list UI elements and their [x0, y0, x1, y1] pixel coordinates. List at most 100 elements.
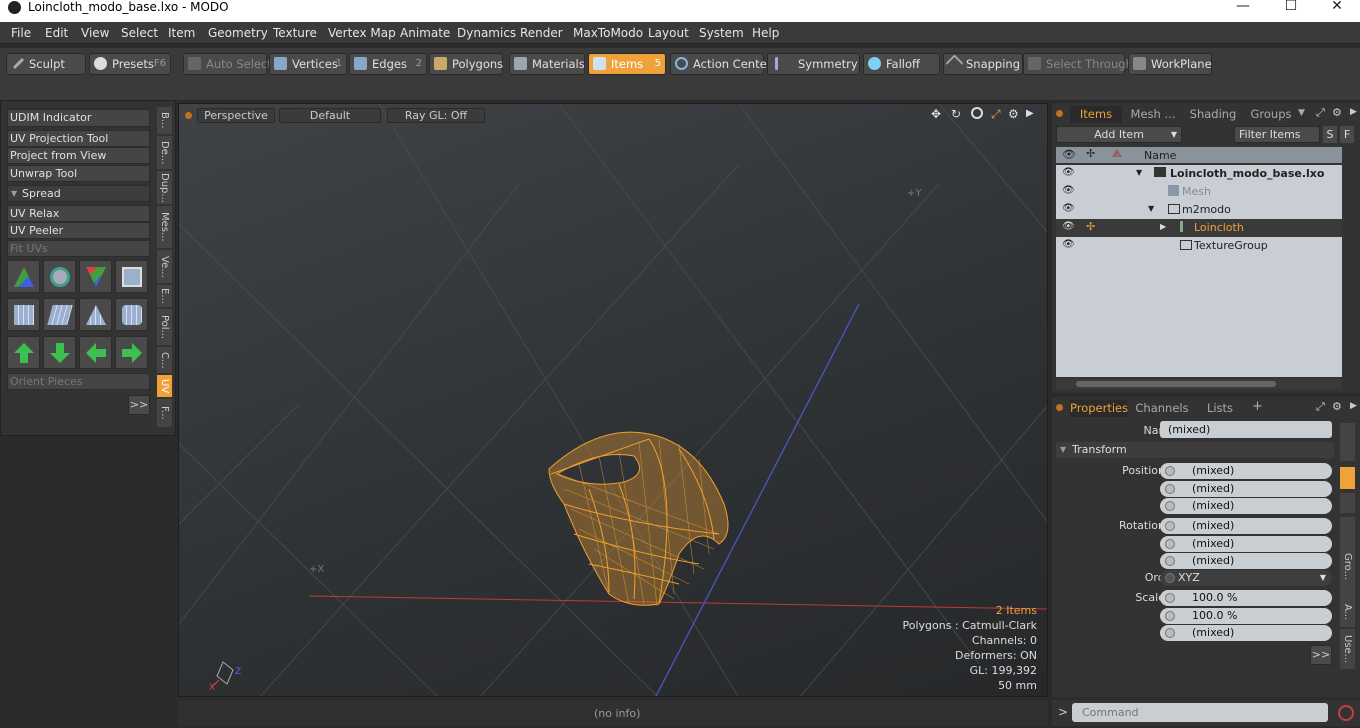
uv-transform-tool-button[interactable] [79, 260, 112, 293]
command-input[interactable] [1072, 703, 1328, 722]
menu-maxtomodo[interactable]: MaxToModo [573, 26, 643, 40]
tab-groups[interactable]: Groups [1246, 106, 1296, 123]
keyframe-dot-icon[interactable] [1165, 539, 1175, 549]
items-panel-menu-dot[interactable] [1056, 110, 1063, 117]
menu-layout[interactable]: Layout [648, 26, 689, 40]
tab-properties[interactable]: Properties [1070, 400, 1128, 417]
add-item-button[interactable]: Add Item ▼ [1056, 126, 1182, 143]
expand-arrow-icon[interactable]: ▶ [1160, 222, 1166, 231]
props-side-tab-user[interactable]: Use... [1340, 629, 1355, 669]
minimize-button[interactable]: — [1220, 0, 1266, 18]
props-more-button[interactable]: >> [1310, 645, 1332, 665]
pan-icon[interactable]: ✥ [931, 108, 943, 120]
rotate-view-icon[interactable]: ↻ [951, 108, 963, 120]
scale-z-field[interactable]: (mixed) [1160, 625, 1332, 641]
items-button[interactable]: Items 5 [588, 53, 666, 75]
sculpt-button[interactable]: Sculpt [6, 53, 86, 75]
vtab-polygon[interactable]: Pol... [157, 309, 172, 345]
items-horizontal-scrollbar[interactable] [1056, 379, 1342, 389]
uv-box-tool-button[interactable] [115, 260, 148, 293]
rotation-order-dropdown[interactable]: XYZ ▼ [1160, 570, 1332, 586]
transform-section-header[interactable]: ▼ Transform [1056, 442, 1334, 458]
menu-help[interactable]: Help [752, 26, 779, 40]
item-row-scene[interactable]: 👁 ▼ Loincloth_modo_base.lxo [1056, 165, 1342, 183]
uv-peeler-button[interactable]: UV Peeler [7, 222, 150, 239]
uv-move-tool-button[interactable] [7, 260, 40, 293]
position-x-field[interactable]: (mixed) [1160, 463, 1332, 479]
tab-items[interactable]: Items [1070, 106, 1122, 123]
fit-view-icon[interactable]: ⤢ [991, 108, 1003, 120]
menu-dynamics[interactable]: Dynamics [457, 26, 516, 40]
tabs-overflow-icon[interactable]: ▼ [1298, 108, 1305, 118]
filter-items-input[interactable]: Filter Items [1234, 126, 1320, 143]
shading-dropdown[interactable]: Default [279, 108, 381, 123]
uv-align-down-button[interactable] [43, 336, 76, 369]
project-from-view-button[interactable]: Project from View [7, 147, 150, 164]
select-through-button[interactable]: Select Through [1023, 53, 1133, 75]
menu-animate[interactable]: Animate [400, 26, 450, 40]
menu-vertex-map[interactable]: Vertex Map [328, 26, 396, 40]
name-field[interactable]: (mixed) [1160, 421, 1332, 438]
menu-select[interactable]: Select [121, 26, 158, 40]
menu-edit[interactable]: Edit [45, 26, 68, 40]
props-side-tab-1[interactable] [1340, 423, 1355, 461]
record-macro-icon[interactable] [1338, 705, 1354, 721]
visibility-eye-icon[interactable]: 👁 [1062, 167, 1075, 178]
vtab-edge[interactable]: E... [157, 285, 172, 307]
add-tab-icon[interactable]: + [1252, 399, 1263, 414]
viewport-menu-dot[interactable] [185, 112, 192, 119]
props-side-tab-a[interactable]: A... [1340, 597, 1355, 627]
rotation-x-field[interactable]: (mixed) [1160, 518, 1332, 534]
maximize-button[interactable]: ☐ [1268, 0, 1314, 18]
panel-maximize-icon[interactable]: ⤢ [1316, 106, 1325, 120]
orient-pieces-button[interactable]: Orient Pieces [7, 373, 150, 390]
tab-lists[interactable]: Lists [1198, 400, 1242, 417]
fit-uvs-button[interactable]: Fit UVs [7, 240, 150, 257]
keyframe-dot-icon[interactable] [1165, 466, 1175, 476]
uv-align-right-button[interactable] [115, 336, 148, 369]
edges-button[interactable]: Edges 2 [349, 53, 427, 75]
polygons-button[interactable]: Polygons [429, 53, 503, 75]
action-center-button[interactable]: Action Center [670, 53, 771, 75]
vtab-uv[interactable]: UV [157, 375, 172, 397]
props-settings-icon[interactable]: ⚙ [1332, 400, 1342, 413]
scale-y-field[interactable]: 100.0 % [1160, 608, 1332, 624]
position-z-field[interactable]: (mixed) [1160, 498, 1332, 514]
rotation-z-field[interactable]: (mixed) [1160, 553, 1332, 569]
props-panel-menu-dot[interactable] [1056, 404, 1063, 411]
uv-rotate-tool-button[interactable] [43, 260, 76, 293]
item-row-mesh[interactable]: 👁 Mesh [1056, 183, 1342, 201]
menu-item[interactable]: Item [168, 26, 195, 40]
menu-file[interactable]: File [11, 26, 31, 40]
tab-shading[interactable]: Shading [1186, 106, 1240, 123]
keyframe-dot-icon[interactable] [1165, 611, 1175, 621]
uv-cylinder-tool-button[interactable] [7, 298, 40, 331]
vtab-duplicate[interactable]: Dup... [157, 171, 172, 204]
props-maximize-icon[interactable]: ⤢ [1316, 400, 1325, 414]
keyframe-dot-icon[interactable] [1165, 628, 1175, 638]
keyframe-dot-icon[interactable] [1165, 501, 1175, 511]
rotation-y-field[interactable]: (mixed) [1160, 536, 1332, 552]
panel-settings-icon[interactable]: ⚙ [1332, 106, 1342, 119]
more-tools-button[interactable]: >> [128, 395, 150, 415]
raygl-toggle[interactable]: Ray GL: Off [387, 108, 485, 123]
keyframe-dot-icon[interactable] [1165, 573, 1175, 583]
item-row-loincloth[interactable]: 👁 ✢ ▶ Loincloth [1056, 219, 1342, 237]
workplane-button[interactable]: WorkPlane [1128, 53, 1212, 75]
scale-x-field[interactable]: 100.0 % [1160, 590, 1332, 606]
uv-plane-tool-button[interactable] [43, 298, 76, 331]
menu-view[interactable]: View [81, 26, 109, 40]
vertices-button[interactable]: Vertices 1 [269, 53, 347, 75]
menu-system[interactable]: System [699, 26, 744, 40]
udim-indicator-button[interactable]: UDIM Indicator [7, 109, 150, 127]
item-row-m2modo[interactable]: 👁 ▼ m2modo [1056, 201, 1342, 219]
items-list-empty-area[interactable] [1056, 255, 1342, 377]
vtab-curve[interactable]: C... [157, 347, 172, 373]
visibility-eye-icon[interactable]: 👁 [1062, 203, 1075, 214]
uv-relax-button[interactable]: UV Relax [7, 205, 150, 222]
item-row-texturegroup[interactable]: 👁 TextureGroup [1056, 237, 1342, 255]
uv-cone-tool-button[interactable] [79, 298, 112, 331]
visibility-eye-icon[interactable]: 👁 [1062, 239, 1075, 250]
uv-sphere-tool-button[interactable] [115, 298, 148, 331]
viewport-expand-icon[interactable]: ▶ [1026, 108, 1036, 120]
